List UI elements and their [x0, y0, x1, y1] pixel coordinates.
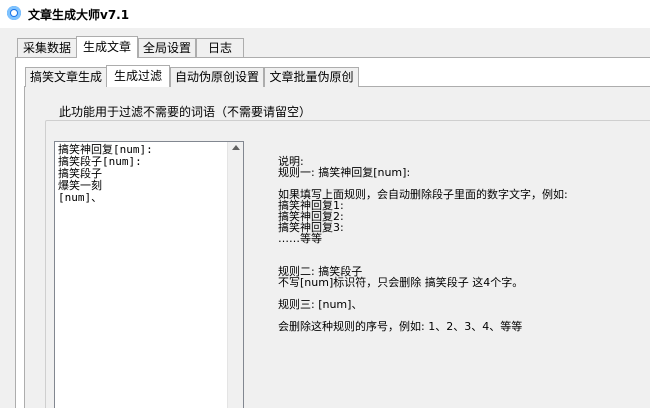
filter-words-textarea[interactable]: 搞笑神回复[num]: 搞笑段子[num]: 搞笑段子 爆笑一刻 [num]、 — [54, 141, 244, 408]
tab-label: 自动伪原创设置 — [174, 70, 259, 84]
tab-auto-rewrite-settings[interactable]: 自动伪原创设置 — [170, 67, 264, 87]
tab-label: 文章批量伪原创 — [269, 70, 354, 84]
help-line: ……等等 — [278, 232, 322, 245]
tab-global-settings[interactable]: 全局设置 — [138, 38, 196, 58]
tab-funny-article-generate[interactable]: 搞笑文章生成 — [25, 67, 107, 87]
app-logo-icon — [7, 6, 21, 20]
filter-words-text: 搞笑神回复[num]: 搞笑段子[num]: 搞笑段子 爆笑一刻 [num]、 — [58, 144, 228, 204]
tab-generate-filter[interactable]: 生成过滤 — [106, 65, 170, 87]
tab-label: 日志 — [207, 41, 232, 55]
help-line: 搞笑神回复3: — [278, 221, 344, 234]
help-line: 不写[num]标识符，只会删除 搞笑段子 这4个字。 — [278, 276, 524, 289]
title-bar: 文章生成大师v7.1 — [0, 0, 650, 28]
window-title: 文章生成大师v7.1 — [28, 8, 130, 22]
tab-batch-rewrite[interactable]: 文章批量伪原创 — [264, 67, 359, 87]
filter-word-line: [num]、 — [58, 191, 103, 204]
help-line — [278, 244, 638, 255]
help-line: 会删除这种规则的序号，例如: 1、2、3、4、等等 — [278, 320, 523, 333]
tab-generate-article[interactable]: 生成文章 — [76, 36, 138, 58]
tab-log[interactable]: 日志 — [196, 38, 244, 58]
tab-label: 全局设置 — [142, 41, 191, 55]
scroll-up-arrow-icon[interactable] — [232, 145, 240, 150]
help-line: 规则一: 搞笑神回复[num]: — [278, 166, 411, 179]
filter-help-text: 说明: 规则一: 搞笑神回复[num]: 如果填写上面规则，会自动删除段子里面的… — [278, 156, 638, 332]
tab-label: 采集数据 — [22, 41, 71, 55]
vertical-scrollbar[interactable] — [227, 142, 243, 408]
tab-label: 生成文章 — [82, 40, 131, 54]
filter-group-title: 此功能用于过滤不需要的词语（不需要请留空） — [56, 104, 315, 120]
help-line: 规则三: [num]、 — [278, 298, 363, 311]
tab-label: 搞笑文章生成 — [29, 70, 102, 84]
tab-collect-data[interactable]: 采集数据 — [17, 38, 77, 58]
tab-label: 生成过滤 — [113, 69, 162, 83]
